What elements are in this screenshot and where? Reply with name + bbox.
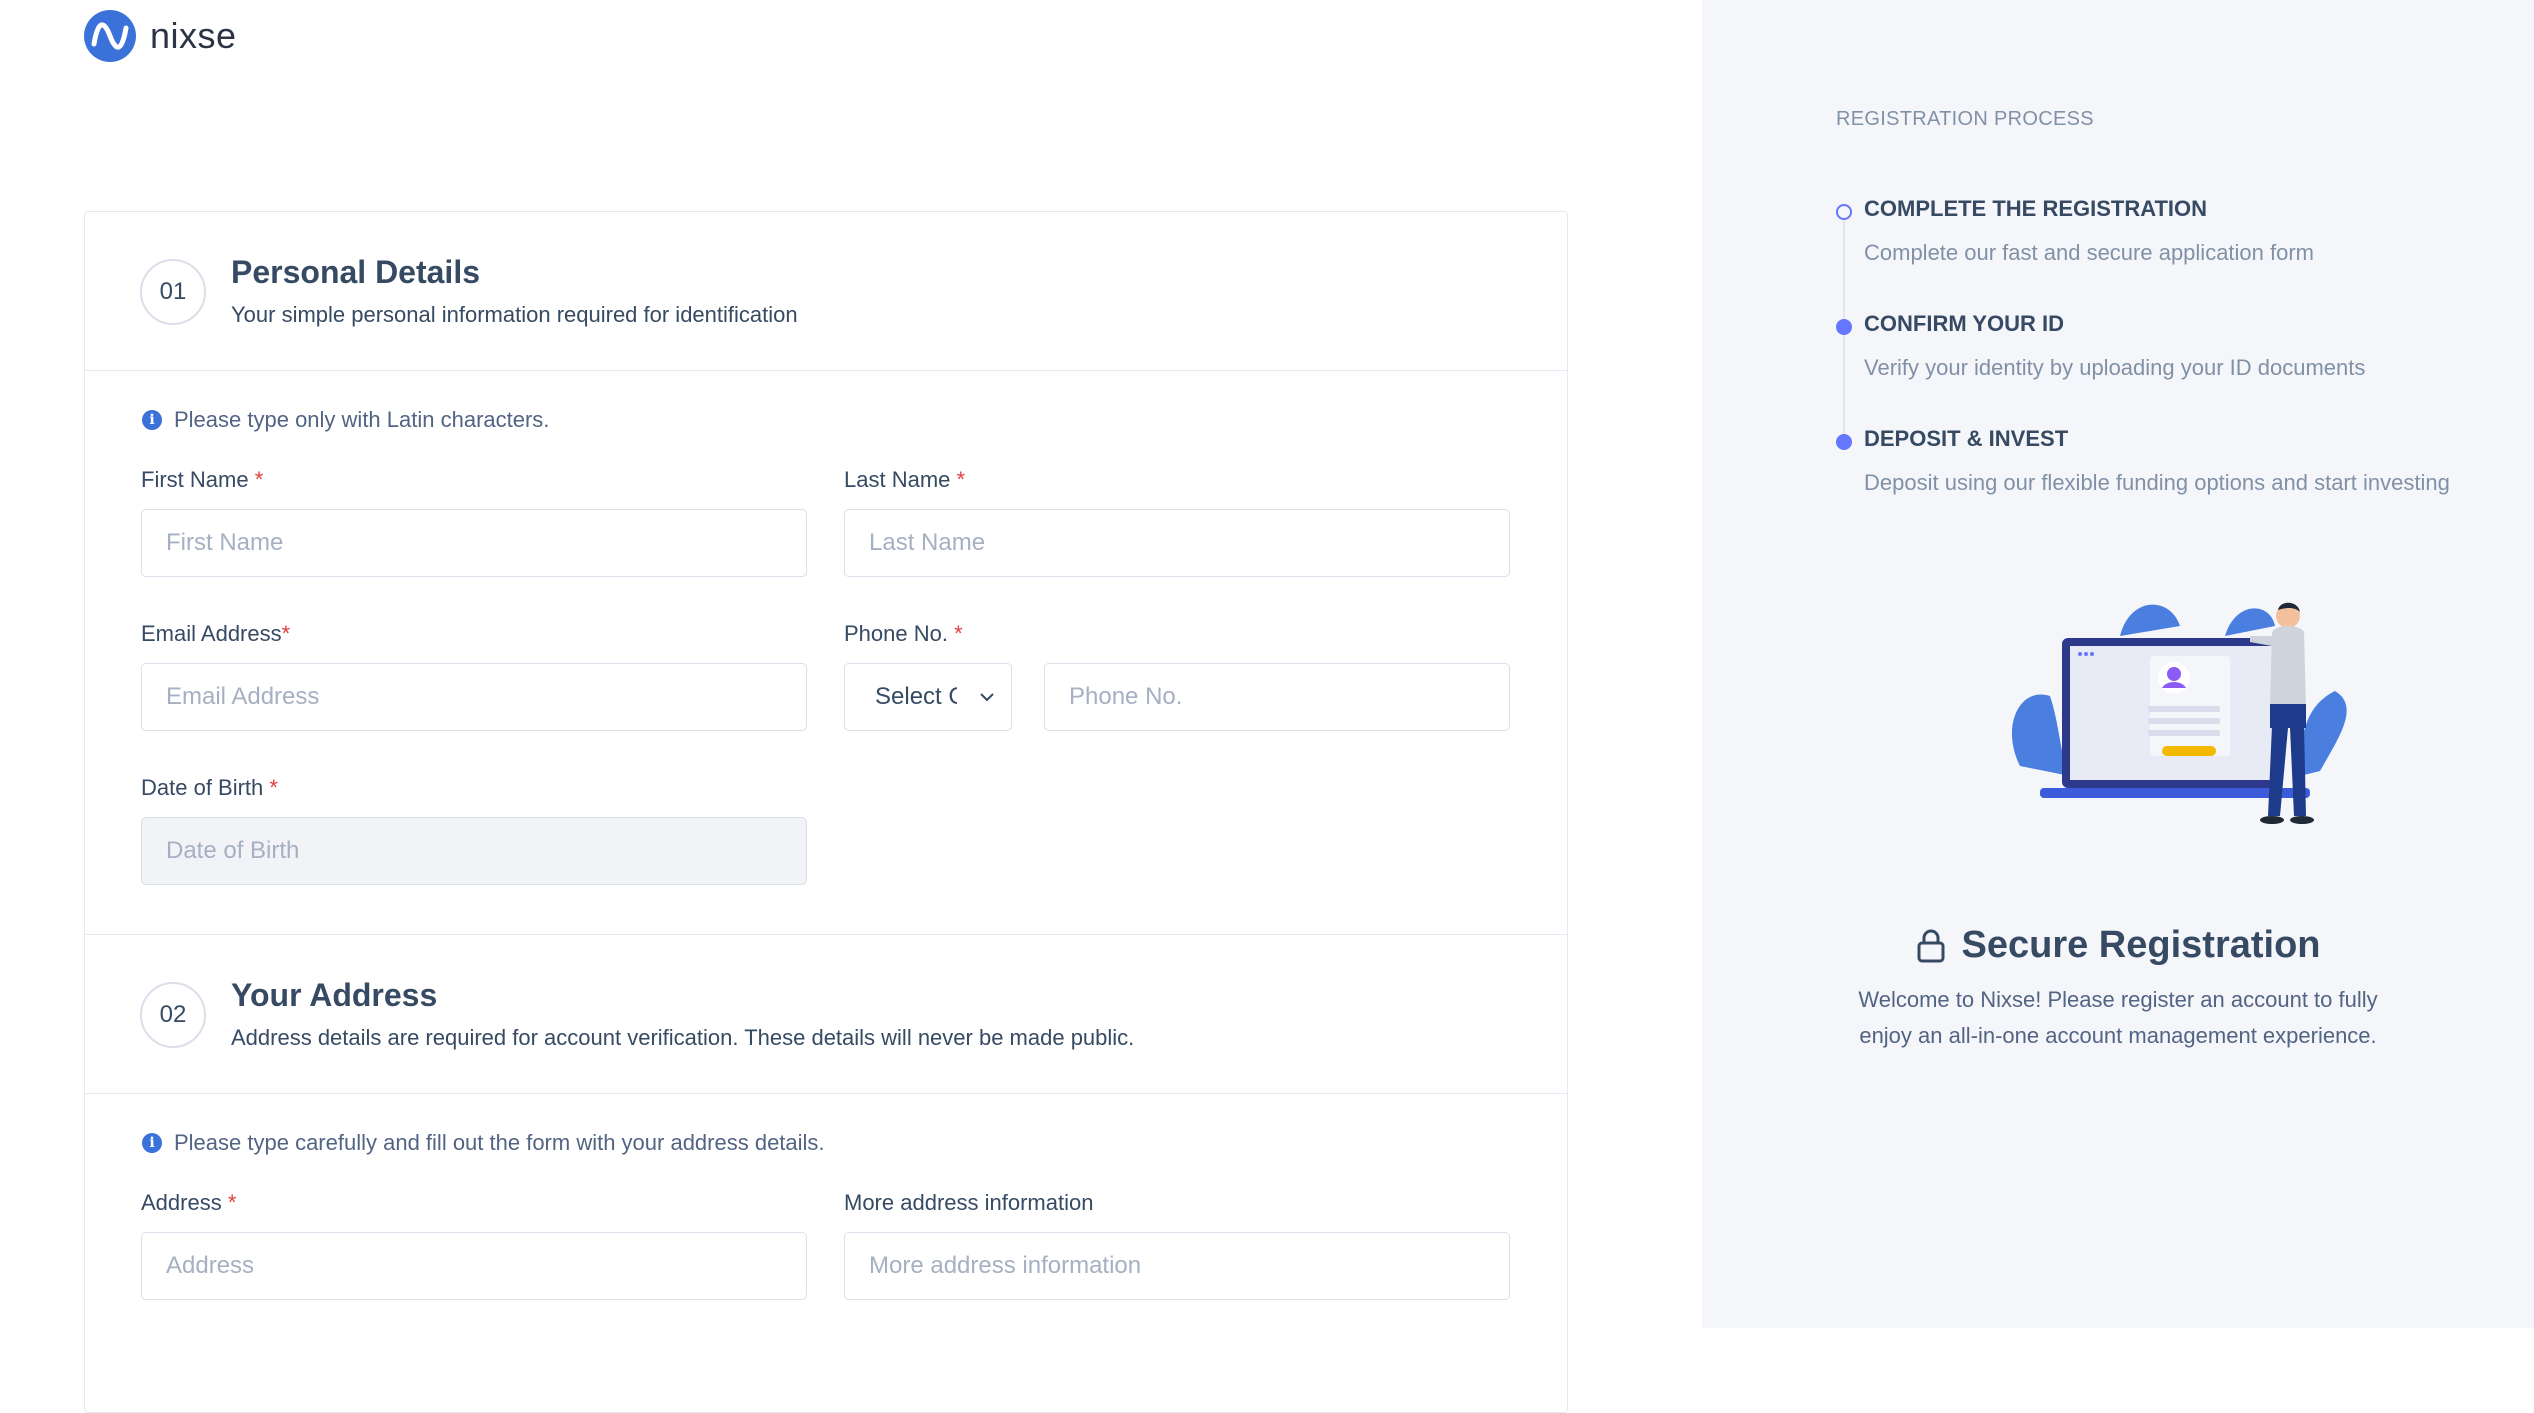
email-group: Email Address* xyxy=(141,621,807,731)
chevron-down-icon xyxy=(980,693,994,702)
latin-notice: i Please type only with Latin characters… xyxy=(142,407,549,433)
logo-icon xyxy=(84,10,136,62)
address-notice: i Please type carefully and fill out the… xyxy=(142,1130,825,1156)
step-dot-icon xyxy=(1836,319,1852,335)
email-label: Email Address* xyxy=(141,621,291,646)
secure-title: Secure Registration xyxy=(1916,924,2321,967)
step-title: CONFIRM YOUR ID xyxy=(1864,311,2065,336)
email-input[interactable] xyxy=(141,663,807,731)
dob-label: Date of Birth * xyxy=(141,775,278,800)
address-header: 02 Your Address Address details are requ… xyxy=(85,935,1567,1094)
notice-text: Please type carefully and fill out the f… xyxy=(174,1130,825,1155)
personal-details-body: i Please type only with Latin characters… xyxy=(85,371,1567,935)
first-name-input[interactable] xyxy=(141,509,807,577)
section-title: Your Address xyxy=(231,977,438,1013)
step-desc: Complete our fast and secure application… xyxy=(1864,240,2315,265)
registration-illustration xyxy=(2011,602,2347,824)
section-subtitle: Your simple personal information require… xyxy=(231,302,798,327)
dob-input[interactable] xyxy=(141,817,807,885)
personal-details-header: 01 Personal Details Your simple personal… xyxy=(85,212,1567,371)
logo-text: nixse xyxy=(150,15,237,56)
step-title: DEPOSIT & INVEST xyxy=(1864,426,2069,451)
step-dot-icon xyxy=(1836,434,1852,450)
country-code-select[interactable]: Select Country xyxy=(844,663,1012,731)
address-label: Address * xyxy=(141,1190,237,1215)
last-name-input[interactable] xyxy=(844,509,1510,577)
logo[interactable]: nixse xyxy=(84,10,237,62)
step-desc: Verify your identity by uploading your I… xyxy=(1864,355,2366,380)
notice-text: Please type only with Latin characters. xyxy=(174,407,550,432)
phone-input[interactable] xyxy=(1044,663,1510,731)
secure-registration: Secure Registration Welcome to Nixse! Pl… xyxy=(1702,924,2534,1054)
info-icon: i xyxy=(142,1133,162,1153)
phone-group: Phone No. * Select Country xyxy=(844,621,1510,731)
more-address-group: More address information xyxy=(844,1190,1510,1300)
registration-form-card: 01 Personal Details Your simple personal… xyxy=(84,211,1568,1413)
step-title: COMPLETE THE REGISTRATION xyxy=(1864,196,2208,221)
phone-label: Phone No. * xyxy=(844,621,963,646)
last-name-label: Last Name * xyxy=(844,467,966,492)
step-desc: Deposit using our flexible funding optio… xyxy=(1864,470,2450,495)
section-subtitle: Address details are required for account… xyxy=(231,1025,1135,1050)
dob-group: Date of Birth * xyxy=(141,775,807,885)
address-input[interactable] xyxy=(141,1232,807,1300)
address-body: i Please type carefully and fill out the… xyxy=(85,1094,1567,1394)
first-name-group: First Name * xyxy=(141,467,807,577)
form-panel: nixse 01 Personal Details Your simple pe… xyxy=(0,0,1702,1413)
more-address-label: More address information xyxy=(844,1190,1094,1215)
more-address-input[interactable] xyxy=(844,1232,1510,1300)
address-group: Address * xyxy=(141,1190,807,1300)
section-title: Personal Details xyxy=(231,254,480,290)
first-name-label: First Name * xyxy=(141,467,264,492)
lock-icon xyxy=(1917,929,1944,962)
process-title: REGISTRATION PROCESS xyxy=(1836,108,2094,130)
last-name-group: Last Name * xyxy=(844,467,1510,577)
info-icon: i xyxy=(142,410,162,430)
secure-description: Welcome to Nixse! Please register an acc… xyxy=(1858,986,2378,1048)
step-dot-icon xyxy=(1836,204,1852,220)
country-select-value: Select Country xyxy=(875,683,957,710)
step-number: 01 xyxy=(140,259,206,325)
step-number: 02 xyxy=(140,982,206,1048)
